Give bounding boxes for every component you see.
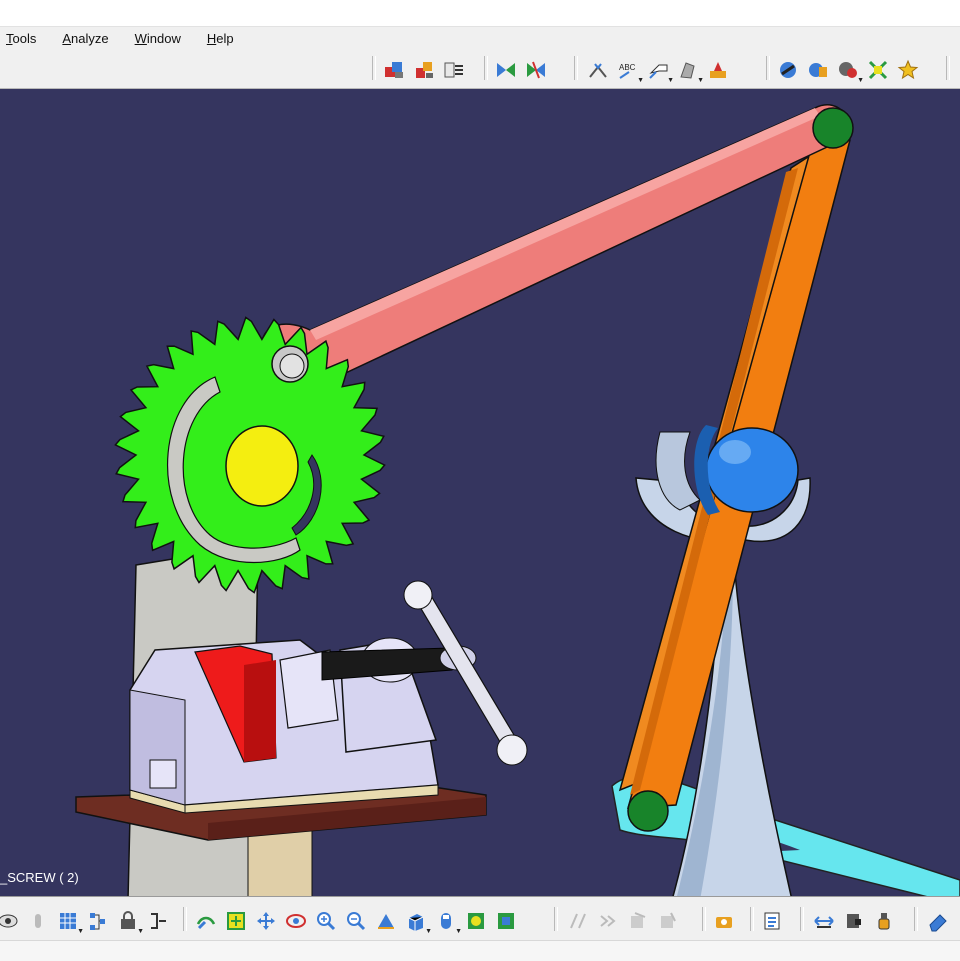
toolbar-separator bbox=[183, 907, 187, 931]
selected-object-label: _SCREW ( 2) bbox=[0, 870, 79, 885]
top-toolbar: ABC ▼ ▼ ▼ ▼ bbox=[0, 48, 960, 89]
kinematics-icon[interactable] bbox=[806, 58, 830, 82]
vise-foot bbox=[149, 759, 177, 789]
toolbar-separator bbox=[946, 56, 950, 80]
fit-all-icon[interactable] bbox=[224, 909, 248, 933]
zoom-out-icon[interactable] bbox=[344, 909, 368, 933]
explode-icon[interactable] bbox=[494, 58, 518, 82]
pan-icon[interactable] bbox=[254, 909, 278, 933]
red-jaw-shade bbox=[244, 660, 276, 762]
mass-icon[interactable] bbox=[872, 909, 896, 933]
weld-icon[interactable]: ▼ bbox=[676, 58, 704, 84]
publish-icon[interactable] bbox=[656, 909, 680, 933]
perspective-icon[interactable] bbox=[566, 909, 590, 933]
toolbar-separator bbox=[766, 56, 770, 80]
toolbar-separator bbox=[702, 907, 706, 931]
compile-simulation-icon[interactable] bbox=[896, 58, 920, 82]
top-pivot-pin bbox=[812, 107, 854, 149]
fly-mode-icon[interactable] bbox=[0, 909, 20, 933]
pink-link-top bbox=[310, 108, 820, 340]
rotate-icon[interactable] bbox=[194, 909, 218, 933]
measure-icon[interactable] bbox=[812, 909, 836, 933]
snap-icon[interactable] bbox=[524, 58, 548, 82]
insert-product-icon[interactable] bbox=[382, 58, 406, 82]
vise-screw bbox=[321, 647, 453, 681]
print-icon[interactable] bbox=[760, 909, 784, 933]
menu-bar: Tools Analyze Window Help bbox=[0, 26, 960, 49]
toolbar-separator bbox=[372, 56, 376, 80]
measure-between-icon[interactable] bbox=[586, 58, 610, 82]
catalog-icon[interactable] bbox=[706, 58, 730, 82]
inertia-icon[interactable] bbox=[842, 909, 866, 933]
tree-icon[interactable] bbox=[86, 909, 110, 933]
toolbar-group-annotation: ABC ▼ ▼ ▼ bbox=[586, 56, 736, 84]
parallel-icon[interactable] bbox=[494, 909, 518, 933]
table-leg bbox=[247, 829, 313, 896]
spec-tree-icon[interactable] bbox=[146, 909, 170, 933]
bottom-toolbar: ▼ ▼ ▼ ▼ bbox=[0, 896, 960, 941]
menu-analyze[interactable]: Analyze bbox=[62, 31, 108, 46]
gear-hub bbox=[225, 425, 299, 507]
svg-text:ABC: ABC bbox=[619, 63, 636, 72]
toolbar-separator bbox=[574, 56, 578, 80]
shading-icon[interactable]: ▼ bbox=[404, 909, 432, 935]
toolbar-separator bbox=[914, 907, 918, 931]
normal-view-icon[interactable] bbox=[284, 909, 308, 933]
toolbar-group-export bbox=[760, 907, 790, 935]
link-pin-head bbox=[279, 353, 305, 379]
eraser-icon[interactable] bbox=[926, 909, 950, 933]
ball-highlight bbox=[719, 440, 751, 464]
menu-help[interactable]: Help bbox=[207, 31, 234, 46]
3d-viewport[interactable]: _SCREW ( 2) bbox=[0, 89, 960, 896]
toolbar-group-view: ▼ ▼ bbox=[194, 907, 524, 935]
toolbar-group-capture bbox=[712, 907, 742, 935]
toolbar-group-disabled bbox=[566, 907, 686, 935]
capture-icon[interactable] bbox=[712, 909, 736, 933]
iso-view-icon[interactable] bbox=[374, 909, 398, 933]
status-strip bbox=[0, 940, 960, 961]
toolbar-group-product bbox=[382, 56, 472, 84]
replace-component-icon[interactable] bbox=[442, 58, 466, 82]
bottom-pivot-pin bbox=[627, 790, 669, 832]
toolbar-group-edit bbox=[926, 907, 956, 935]
simulation-icon[interactable] bbox=[776, 58, 800, 82]
toolbar-group-dmu: ▼ bbox=[776, 56, 926, 84]
assembly-scene bbox=[75, 104, 960, 896]
camera-icon[interactable] bbox=[596, 909, 620, 933]
toolbar-separator bbox=[554, 907, 558, 931]
zoom-in-icon[interactable] bbox=[314, 909, 338, 933]
grid-icon[interactable]: ▼ bbox=[56, 909, 84, 935]
clash-icon[interactable] bbox=[866, 58, 890, 82]
handle-knob-top bbox=[403, 580, 433, 610]
menu-window[interactable]: Window bbox=[135, 31, 181, 46]
existing-component-icon[interactable] bbox=[412, 58, 436, 82]
toolbar-separator bbox=[484, 56, 488, 80]
menu-tools[interactable]: Tools bbox=[6, 31, 36, 46]
flag-note-icon[interactable]: ▼ bbox=[646, 58, 674, 84]
toolbar-group-measure bbox=[812, 907, 902, 935]
toolbar-separator bbox=[800, 907, 804, 931]
hide-show-icon[interactable]: ▼ bbox=[434, 909, 462, 935]
safe-icon[interactable]: ▼ bbox=[116, 909, 144, 935]
text-annotation-icon[interactable]: ABC ▼ bbox=[616, 58, 644, 84]
window-top-strip bbox=[0, 0, 960, 26]
handle-knob-bottom bbox=[496, 734, 528, 766]
toolbar-group-move bbox=[494, 56, 554, 84]
ball-joint bbox=[705, 427, 799, 513]
render-icon[interactable] bbox=[626, 909, 650, 933]
lock-icon[interactable] bbox=[26, 909, 50, 933]
mechanism-dressup-icon[interactable]: ▼ bbox=[836, 58, 864, 84]
toolbar-group-view-left: ▼ ▼ bbox=[0, 907, 176, 935]
swap-visible-icon[interactable] bbox=[464, 909, 488, 933]
toolbar-separator bbox=[750, 907, 754, 931]
